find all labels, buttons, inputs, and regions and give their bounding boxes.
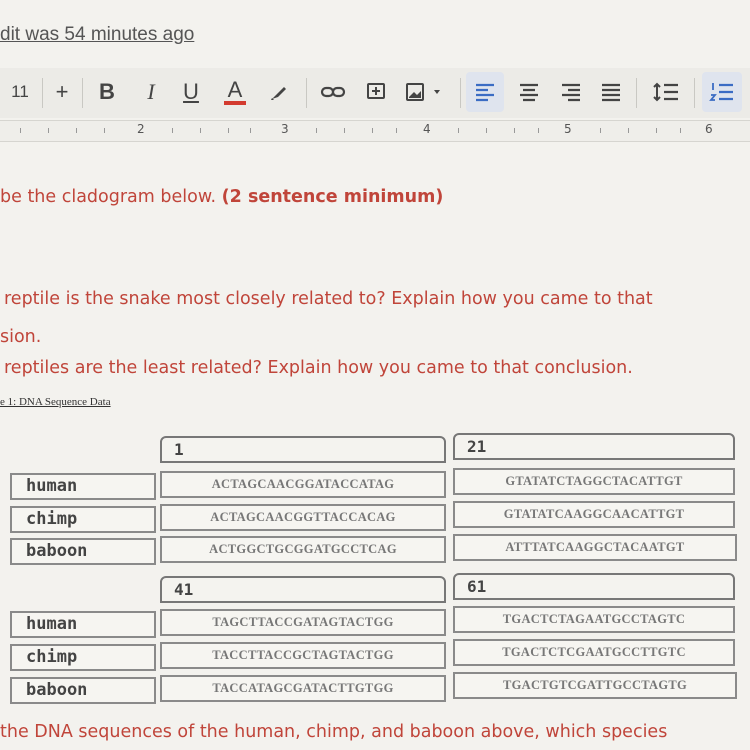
column-header-21: 21 (453, 433, 735, 460)
sequence-cell: ACTAGCAACGGATACCATAG (160, 471, 446, 498)
align-center-icon[interactable] (510, 72, 548, 112)
sequence-cell: TGACTCTAGAATGCCTAGTC (453, 606, 735, 633)
numbered-list-icon[interactable] (702, 72, 742, 112)
sequence-cell: TAGCTTACCGATAGTACTGG (160, 609, 446, 636)
question-snake-line1: reptile is the snake most closely relate… (4, 289, 653, 309)
bold-button[interactable]: B (92, 72, 122, 112)
line-spacing-icon[interactable] (646, 72, 686, 112)
last-edit-link[interactable]: dit was 54 minutes ago (0, 24, 194, 46)
add-comment-icon[interactable] (360, 72, 392, 112)
sequence-cell: TACCATAGCGATACTTGTGG (160, 675, 446, 702)
align-justify-icon[interactable] (592, 72, 630, 112)
align-right-icon[interactable] (552, 72, 590, 112)
sequence-cell: GTATATCAAGGCAACATTGT (453, 501, 735, 528)
ruler-mark-6: 6 (705, 122, 713, 136)
table-caption: e 1: DNA Sequence Data (0, 396, 111, 408)
question-snake-line2: sion. (0, 327, 42, 347)
formatting-toolbar: 11 + B I U A (0, 68, 750, 118)
sequence-cell: ATTTATCAAGGCTACAATGT (453, 534, 737, 561)
sequence-cell: TGACTCTCGAATGCCTTGTC (453, 639, 735, 666)
row-label-chimp: chimp (10, 506, 156, 533)
column-header-1: 1 (160, 436, 446, 463)
ruler-mark-4: 4 (423, 122, 431, 136)
question-dna-comparison: the DNA sequences of the human, chimp, a… (0, 722, 668, 742)
row-label-human: human (10, 473, 156, 500)
sequence-cell: TGACTGTCGATTGCCTAGTG (453, 672, 737, 699)
column-header-61: 61 (453, 573, 735, 600)
font-size-field[interactable]: 11 (0, 72, 40, 112)
text-color-swatch (224, 101, 246, 105)
highlight-pen-icon[interactable] (264, 72, 294, 112)
underline-button[interactable]: U (176, 72, 206, 112)
question-cladogram: be the cladogram below. (2 sentence mini… (0, 187, 444, 207)
ruler-mark-3: 3 (281, 122, 289, 136)
italic-button[interactable]: I (136, 72, 166, 112)
row-label-baboon: baboon (10, 677, 156, 704)
row-label-chimp: chimp (10, 644, 156, 671)
column-header-41: 41 (160, 576, 446, 603)
question-least-related: reptiles are the least related? Explain … (4, 358, 633, 378)
ruler[interactable]: 2 3 4 5 6 (0, 120, 750, 142)
sequence-cell: TACCTTACCGCTAGTACTGG (160, 642, 446, 669)
row-label-human: human (10, 611, 156, 638)
sequence-cell: ACTAGCAACGGTTACCACAG (160, 504, 446, 531)
insert-link-icon[interactable] (316, 72, 350, 112)
increase-font-size-button[interactable]: + (46, 72, 78, 112)
text-color-icon: A (227, 77, 243, 102)
ruler-mark-2: 2 (137, 122, 145, 136)
sequence-cell: GTATATCTAGGCTACATTGT (453, 468, 735, 495)
ruler-mark-5: 5 (564, 122, 572, 136)
row-label-baboon: baboon (10, 538, 156, 565)
sequence-cell: ACTGGCTGCGGATGCCTCAG (160, 536, 446, 563)
align-left-icon[interactable] (466, 72, 504, 112)
insert-image-icon[interactable] (400, 72, 452, 112)
text-color-button[interactable]: A (220, 72, 250, 112)
